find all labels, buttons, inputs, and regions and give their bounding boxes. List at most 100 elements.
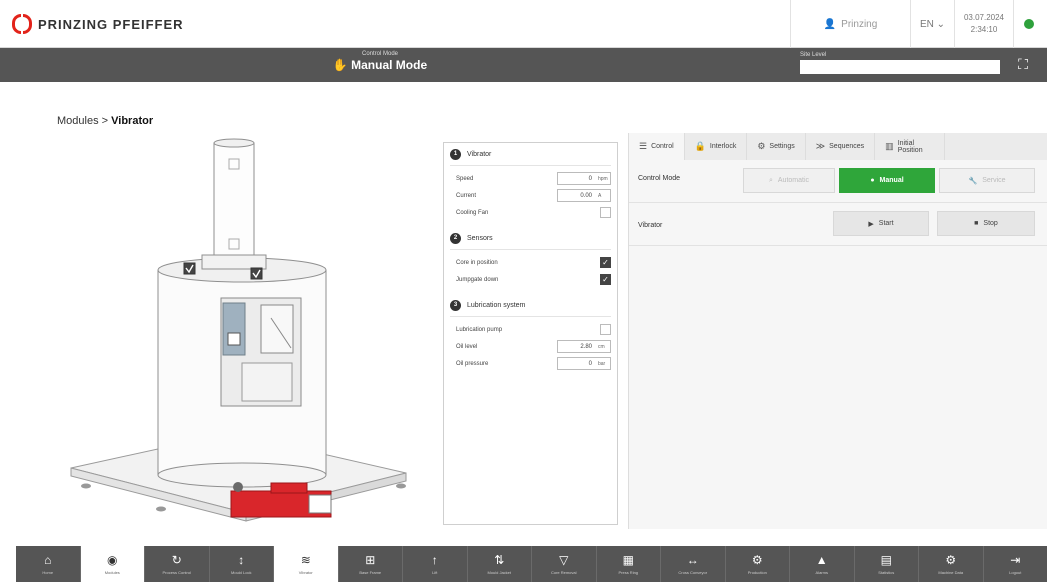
brand-logo: PRINZING PFEIFFER	[12, 14, 184, 34]
row-label: Cooling Fan	[456, 209, 489, 216]
stop-button[interactable]: ■ Stop	[937, 211, 1035, 236]
nav-modules[interactable]: ◉ Modules	[80, 546, 145, 582]
vibrator-row-label: Vibrator	[638, 222, 663, 229]
control-mode-value: ✋ Manual Mode	[300, 58, 460, 72]
tab-label: Interlock	[709, 143, 737, 150]
start-button[interactable]: ▶ Start	[833, 211, 929, 236]
site-level-field[interactable]	[800, 60, 1000, 74]
row-unit: A	[598, 192, 602, 199]
frame-icon: ⊞	[365, 553, 376, 567]
lock-icon: 🔒	[694, 141, 706, 151]
nav-label: Mould Lock	[231, 570, 252, 575]
tab-label: Initial Position	[897, 139, 923, 154]
vibrator-icon: ≋	[300, 553, 311, 567]
nav-mould-lock[interactable]: ↕ Mould Lock	[210, 546, 274, 582]
manual-mode-button[interactable]: ● Manual	[839, 168, 935, 193]
search-icon: ⌕	[768, 176, 773, 184]
nav-label: Core Removal	[550, 570, 577, 575]
nav-cross-conveyor[interactable]: ↔ Cross Conveyor	[661, 546, 726, 582]
language-value: EN	[919, 18, 934, 30]
row-unit: cm	[598, 343, 605, 350]
nav-process-control[interactable]: ↻ Process Control	[145, 546, 210, 582]
gears-icon: ⚙	[757, 141, 766, 151]
nav-statistics[interactable]: ▤ Statistics	[855, 546, 919, 582]
stats-icon: ▤	[880, 553, 892, 567]
status-row-core-in-position: Core in position ✓	[444, 254, 617, 271]
nav-core-removal[interactable]: ▽ Core Removal	[532, 546, 597, 582]
button-label: Start	[878, 220, 894, 227]
nav-label: Alarms	[815, 570, 828, 575]
nav-alarms[interactable]: ▲ Alarms	[790, 546, 855, 582]
nav-base-frame[interactable]: ⊞ Base Frame	[339, 546, 403, 582]
bottom-navigation: ⌂ Home ◉ Modules ↻ Process Control ↕ Mou…	[16, 546, 1047, 582]
button-label: Manual	[879, 177, 904, 184]
row-value: 0.00	[580, 192, 592, 199]
tab-label: Sequences	[829, 143, 865, 150]
tab-control[interactable]: ☰ Control	[629, 133, 685, 160]
row-unit: bar	[598, 360, 606, 367]
tab-initial-position[interactable]: ▥ Initial Position	[875, 133, 946, 160]
button-label: Stop	[983, 220, 998, 227]
section-number-badge: 3	[450, 299, 461, 311]
tab-label: Control	[651, 143, 674, 150]
nav-label: Cross Conveyor	[678, 570, 708, 575]
tab-sequences[interactable]: ≫ Sequences	[806, 133, 876, 160]
user-menu[interactable]: 👤 Prinzing	[790, 0, 910, 48]
service-mode-button[interactable]: 🔧 Service	[939, 168, 1035, 193]
nav-machine-data[interactable]: ⚙ Machine Data	[919, 546, 984, 582]
nav-press-ring[interactable]: ▦ Press Ring	[597, 546, 661, 582]
breadcrumb-parent[interactable]: Modules	[57, 115, 99, 127]
status-row-lubrication-pump: Lubrication pump	[444, 321, 617, 338]
updown-icon: ↕	[238, 553, 245, 567]
chart-icon: ▥	[885, 141, 894, 151]
play-icon: ▶	[868, 220, 874, 228]
bin-icon: ▽	[559, 553, 569, 567]
section-title-text: Sensors	[467, 234, 493, 242]
breadcrumb-separator: >	[101, 115, 109, 127]
site-level: Site Level	[800, 52, 1000, 74]
tab-label: Settings	[769, 143, 795, 150]
row-value: 0	[588, 360, 592, 367]
logout-icon: ⇥	[1010, 553, 1021, 567]
chevron-down-icon: ⌄	[933, 18, 946, 30]
row-label: Speed	[456, 175, 474, 182]
section-number-badge: 2	[450, 232, 461, 244]
nav-label: Process Control	[162, 570, 191, 575]
tab-interlock[interactable]: 🔒 Interlock	[685, 133, 748, 160]
section-number-badge: 1	[450, 148, 461, 160]
time-value: 2:34:10	[970, 25, 998, 34]
language-selector[interactable]: EN ⌄	[910, 0, 954, 48]
automatic-mode-button[interactable]: ⌕ Automatic	[743, 168, 835, 193]
speed-value-field: 0 hpm	[557, 172, 611, 185]
row-label: Oil pressure	[456, 360, 489, 367]
nav-production[interactable]: ⚙ Production	[726, 546, 790, 582]
status-row-jumpgate-down: Jumpgate down ✓	[444, 271, 617, 288]
mode-bar: Control Mode ✋ Manual Mode Site Level ⛶	[0, 48, 1047, 82]
fullscreen-toggle-icon[interactable]: ⛶	[1010, 56, 1036, 76]
tab-settings[interactable]: ⚙ Settings	[747, 133, 806, 160]
nav-mould-jacket[interactable]: ⇅ Mould Jacket	[468, 546, 532, 582]
app-header: PRINZING PFEIFFER 👤 Prinzing EN ⌄ 03.07.…	[0, 0, 1047, 48]
nav-logout[interactable]: ⇥ Logout	[984, 546, 1047, 582]
refresh-icon: ↻	[171, 553, 182, 567]
nav-lift[interactable]: ↑ Lift	[403, 546, 468, 582]
nav-label: Machine Data	[938, 570, 964, 575]
section-title-text: Vibrator	[467, 150, 492, 158]
row-label: Oil level	[456, 343, 478, 350]
breadcrumb: Modules > Vibrator	[57, 115, 153, 127]
vibrator-machine-illustration	[16, 133, 431, 529]
nav-home[interactable]: ⌂ Home	[16, 546, 81, 582]
modules-icon: ◉	[107, 553, 118, 567]
module-status-panel: 1 Vibrator Speed 0 hpm Current 0.00 A Co…	[443, 142, 618, 525]
control-panel: ☰ Control 🔒 Interlock ⚙ Settings ≫ Seque…	[628, 133, 1047, 529]
nav-label: Statistics	[878, 570, 895, 575]
nav-label: Base Frame	[359, 570, 382, 575]
alarm-icon: ▲	[815, 553, 828, 567]
oil-level-value-field: 2.80 cm	[557, 340, 611, 353]
row-label: Core in position	[456, 259, 498, 266]
nav-vibrator[interactable]: ≋ Vibrator	[274, 546, 339, 582]
hand-icon: ✋	[332, 58, 352, 72]
row-label: Lubrication pump	[456, 326, 503, 333]
status-row-speed: Speed 0 hpm	[444, 170, 617, 187]
home-icon: ⌂	[44, 553, 52, 567]
